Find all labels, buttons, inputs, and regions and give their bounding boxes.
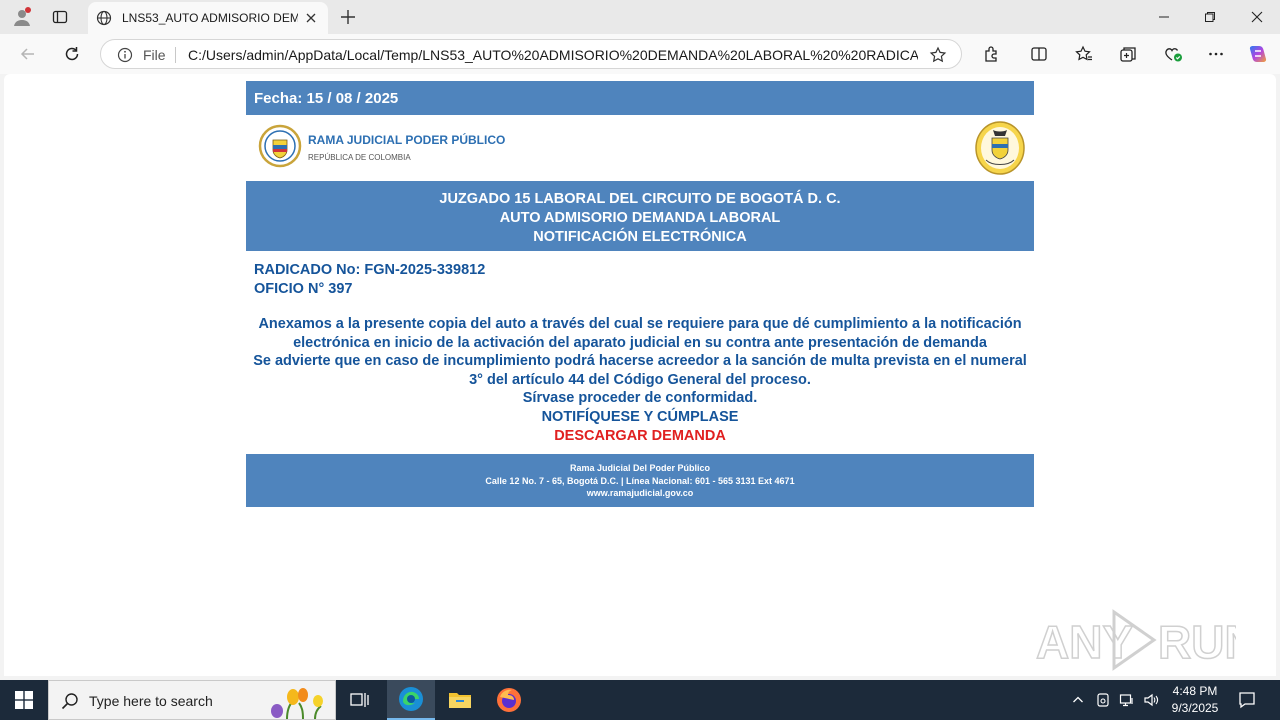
minimize-button[interactable]	[1141, 0, 1187, 34]
radicado-number: RADICADO No: FGN-2025-339812	[254, 262, 486, 278]
chevron-up-icon	[1073, 696, 1083, 703]
oficio-number: OFICIO N° 397	[254, 281, 353, 297]
profile-icon[interactable]	[9, 5, 35, 29]
court-name: JUZGADO 15 LABORAL DEL CIRCUITO DE BOGOT…	[439, 191, 841, 207]
body-paragraph-2: Se advierte que en caso de incumplimient…	[253, 353, 1027, 388]
org-title: RAMA JUDICIAL PODER PÚBLICO	[308, 133, 506, 147]
court-header: JUZGADO 15 LABORAL DEL CIRCUITO DE BOGOT…	[246, 181, 1034, 251]
notification-body: Anexamos a la presente copia del auto a …	[246, 315, 1034, 445]
document-type: AUTO ADMISORIO DEMANDA LABORAL	[499, 210, 781, 226]
footer-address: Calle 12 No. 7 - 65, Bogotá D.C. | Línea…	[485, 475, 795, 486]
favorites-icon[interactable]	[1071, 42, 1097, 66]
extensions-icon[interactable]	[978, 42, 1004, 66]
address-divider	[175, 47, 176, 63]
letterhead: RAMA JUDICIAL PODER PÚBLICO REPÚBLICA DE…	[246, 115, 1034, 181]
refresh-button[interactable]	[59, 42, 85, 66]
search-placeholder: Type here to search	[89, 693, 213, 709]
task-view-icon	[350, 693, 369, 707]
edge-icon	[399, 687, 423, 711]
document-footer: Rama Judicial Del Poder Público Calle 12…	[246, 454, 1034, 508]
org-block: RAMA JUDICIAL PODER PÚBLICO REPÚBLICA DE…	[308, 133, 505, 162]
address-toolbar: File C:/Users/admin/AppData/Local/Temp/L…	[0, 34, 1280, 74]
collections-icon[interactable]	[1115, 42, 1141, 66]
watermark-text-run: RUN	[1158, 616, 1236, 668]
notification-type: NOTIFICACIÓN ELECTRÓNICA	[533, 229, 747, 245]
search-icon	[61, 693, 78, 710]
show-hidden-icons-button[interactable]	[1068, 680, 1088, 720]
org-subtitle: REPÚBLICA DE COLOMBIA	[308, 153, 411, 162]
tab-title: LNS53_AUTO ADMISORIO DEMANDA	[122, 11, 298, 25]
download-demanda-link[interactable]: DESCARGAR DEMANDA	[252, 427, 1028, 446]
case-reference: RADICADO No: FGN-2025-339812 OFICIO N° 3…	[246, 251, 1034, 299]
restore-button[interactable]	[1187, 0, 1233, 34]
taskbar-edge[interactable]	[387, 680, 435, 720]
taskbar-firefox[interactable]	[485, 680, 533, 720]
taskbar-file-explorer[interactable]	[436, 680, 484, 720]
tab-active[interactable]: LNS53_AUTO ADMISORIO DEMANDA	[88, 2, 328, 34]
tray-device-icon[interactable]	[1093, 680, 1113, 720]
folder-icon	[449, 693, 471, 708]
url-text[interactable]: C:/Users/admin/AppData/Local/Temp/LNS53_…	[188, 47, 918, 63]
volume-icon[interactable]	[1140, 680, 1162, 720]
footer-website: www.ramajudicial.gov.co	[586, 488, 694, 499]
rama-judicial-seal-icon	[258, 124, 302, 168]
search-highlight-flowers-icon	[271, 688, 323, 719]
windows-icon	[15, 691, 33, 709]
body-paragraph-1: Anexamos a la presente copia del auto a …	[258, 316, 1022, 351]
body-line-conformidad: Sírvase proceder de conformidad.	[522, 390, 758, 407]
more-menu-icon[interactable]	[1203, 42, 1229, 66]
clock-date: 9/3/2025	[1171, 701, 1219, 715]
copilot-icon[interactable]	[1245, 42, 1271, 66]
tab-actions-icon[interactable]	[47, 5, 73, 29]
body-line-notifiquese: NOTIFÍQUESE Y CÚMPLASE	[541, 408, 739, 425]
footer-org: Rama Judicial Del Poder Público	[569, 463, 711, 474]
globe-icon	[96, 10, 112, 26]
info-icon[interactable]	[117, 47, 133, 63]
tab-strip: LNS53_AUTO ADMISORIO DEMANDA	[0, 0, 1280, 34]
colombia-coat-of-arms-icon	[975, 121, 1025, 175]
firefox-icon	[497, 688, 521, 712]
task-view-button[interactable]	[336, 680, 384, 720]
notification-document: Fecha: 15 / 08 / 2025 RAMA JUDICIAL PODE…	[246, 81, 1034, 508]
taskbar: Type here to search 4:48 PM 9/3/2025	[0, 680, 1280, 720]
close-window-button[interactable]	[1234, 0, 1280, 34]
scheme-label: File	[143, 47, 166, 63]
favorite-star-icon[interactable]	[929, 46, 947, 64]
taskbar-search-box[interactable]: Type here to search	[48, 680, 336, 720]
date-banner: Fecha: 15 / 08 / 2025	[246, 81, 1034, 115]
anyrun-watermark: ANY RUN	[1036, 609, 1236, 671]
network-icon[interactable]	[1116, 680, 1138, 720]
browser-essentials-icon[interactable]	[1160, 42, 1186, 66]
new-tab-icon[interactable]	[338, 7, 358, 27]
taskbar-clock[interactable]: 4:48 PM 9/3/2025	[1160, 683, 1230, 717]
notification-center-button[interactable]	[1234, 680, 1260, 720]
watermark-text-any: ANY	[1036, 616, 1133, 668]
start-button[interactable]	[0, 680, 48, 720]
close-tab-icon[interactable]	[304, 11, 318, 25]
back-button[interactable]	[15, 42, 41, 66]
address-bar[interactable]: File C:/Users/admin/AppData/Local/Temp/L…	[100, 39, 962, 69]
clock-time: 4:48 PM	[1172, 684, 1218, 698]
split-screen-icon[interactable]	[1026, 42, 1052, 66]
notification-icon	[1239, 692, 1255, 709]
